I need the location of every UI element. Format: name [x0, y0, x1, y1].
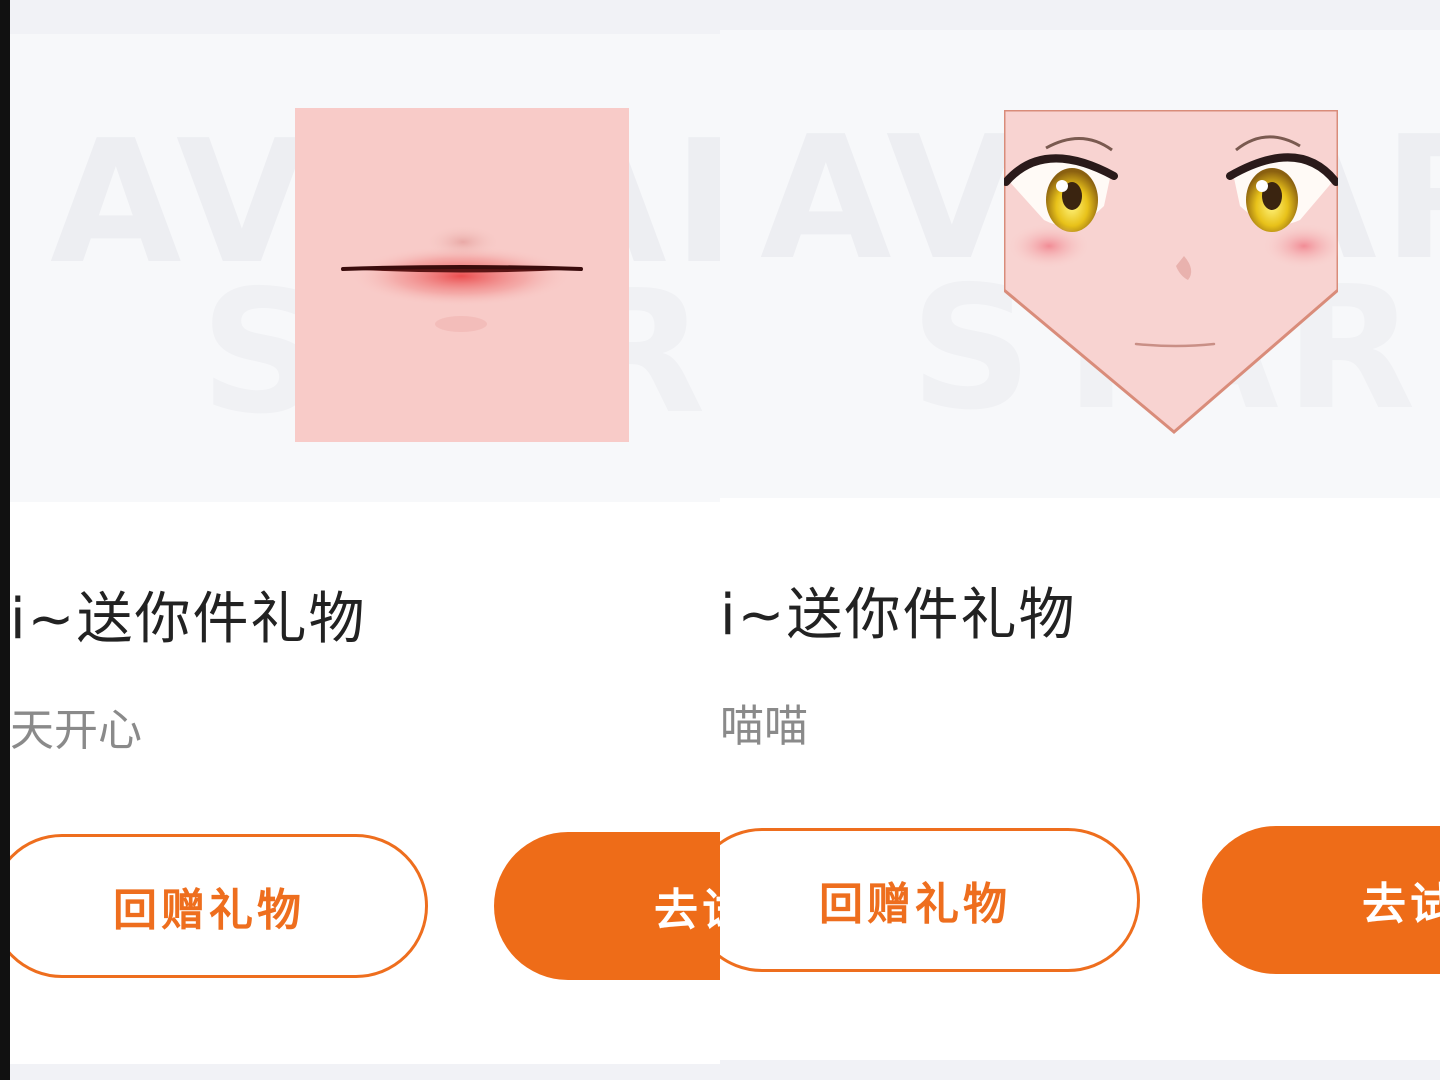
go-try-button[interactable]: 去试 [1202, 826, 1440, 974]
gift-preview: AVATAR STAR [720, 30, 1440, 498]
gift-card: AVATAR STAR [10, 34, 720, 1064]
gift-card-panel-right: AVATAR STAR [720, 0, 1440, 1080]
return-gift-button[interactable]: 回赠礼物 [10, 834, 428, 978]
go-try-button[interactable]: 去试 [494, 832, 720, 980]
gift-card-panel-left: AVATAR STAR [10, 0, 720, 1080]
gift-preview: AVATAR STAR [10, 34, 720, 502]
gift-sender-message: 天开心 [10, 705, 142, 756]
lips-item-image [295, 108, 629, 442]
anime-face-item-image [1004, 110, 1338, 434]
screen-edge [0, 0, 10, 1080]
gift-title: i~送你件礼物 [720, 583, 1077, 648]
gift-title: i~送你件礼物 [10, 587, 367, 652]
return-gift-button[interactable]: 回赠礼物 [720, 828, 1140, 972]
gift-sender-message: 喵喵 [720, 701, 808, 752]
gift-card: AVATAR STAR [720, 30, 1440, 1060]
